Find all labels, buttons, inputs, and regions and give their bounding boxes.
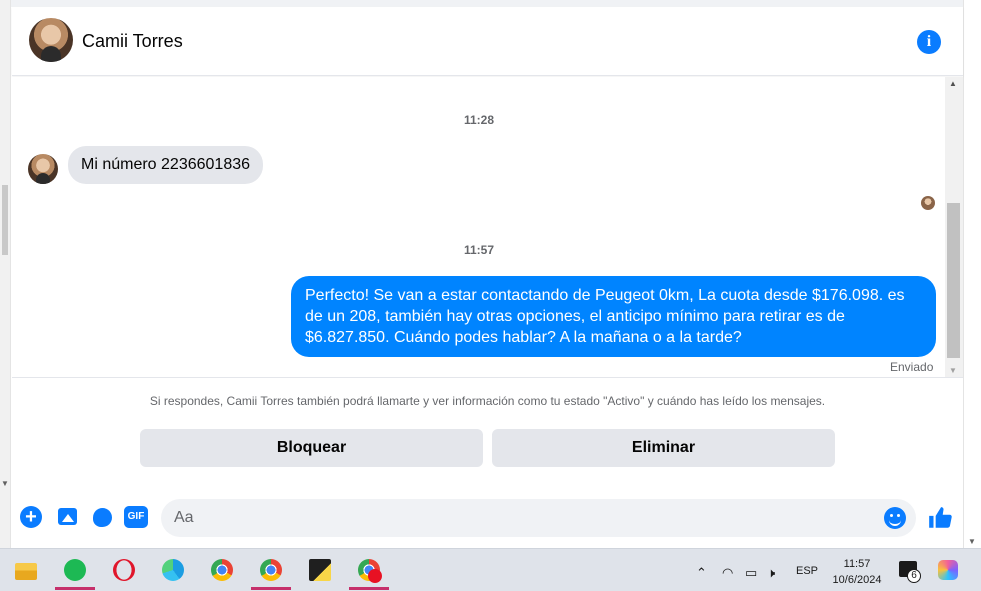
page-scrollbar-thumb[interactable] bbox=[2, 185, 8, 255]
timestamp: 11:57 bbox=[463, 243, 495, 257]
contact-avatar-small[interactable] bbox=[28, 154, 58, 184]
sticker-icon[interactable] bbox=[92, 506, 114, 528]
message-list: 11:28 Mi número 2236601836 11:57 Perfect… bbox=[12, 77, 945, 377]
sticky-notes-icon[interactable] bbox=[300, 555, 340, 589]
notification-count: 6 bbox=[907, 569, 921, 583]
chevron-up-icon[interactable]: ⌃ bbox=[696, 565, 707, 581]
contact-avatar[interactable] bbox=[29, 18, 73, 62]
privacy-notice-area: Si respondes, Camii Torres también podrá… bbox=[12, 377, 963, 482]
message-input[interactable] bbox=[161, 499, 916, 537]
gif-icon[interactable]: GIF bbox=[124, 506, 148, 528]
scroll-down-arrow-icon[interactable]: ▼ bbox=[1, 479, 9, 488]
chrome-red-icon[interactable] bbox=[349, 555, 389, 590]
scroll-down-arrow-icon[interactable]: ▼ bbox=[949, 366, 957, 375]
privacy-notice: Si respondes, Camii Torres también podrá… bbox=[149, 394, 826, 408]
outgoing-message[interactable]: Perfecto! Se van a estar contactando de … bbox=[291, 276, 936, 357]
clock-date: 10/6/2024 bbox=[832, 574, 882, 586]
sent-status: Enviado bbox=[890, 360, 934, 374]
right-edge-strip: ▼ bbox=[963, 0, 981, 548]
page-scrollbar[interactable]: ▼ bbox=[0, 0, 11, 548]
plus-icon[interactable]: + bbox=[20, 506, 42, 528]
scroll-down-arrow-icon[interactable]: ▼ bbox=[968, 537, 976, 546]
block-button[interactable]: Bloquear bbox=[140, 429, 483, 467]
file-explorer-icon[interactable] bbox=[6, 555, 46, 589]
clock-time: 11:57 bbox=[843, 558, 871, 570]
composer: + GIF bbox=[12, 482, 963, 548]
incoming-message[interactable]: Mi número 2236601836 bbox=[68, 146, 264, 184]
clock[interactable]: 11:57 10/6/2024 bbox=[822, 556, 892, 588]
edge-icon[interactable] bbox=[153, 555, 193, 589]
wifi-icon[interactable]: ◠ bbox=[722, 565, 733, 581]
volume-muted-icon[interactable]: 🕨 bbox=[767, 565, 775, 581]
notifications-icon[interactable]: 6 bbox=[899, 561, 921, 583]
scroll-up-arrow-icon[interactable]: ▲ bbox=[949, 79, 957, 88]
info-icon[interactable]: i bbox=[917, 30, 941, 54]
conversation-header: Camii Torres i bbox=[12, 7, 963, 76]
thumbs-up-icon[interactable] bbox=[927, 505, 953, 531]
message-scrollbar-thumb[interactable] bbox=[947, 203, 960, 358]
delete-button[interactable]: Eliminar bbox=[492, 429, 835, 467]
spotify-icon[interactable] bbox=[55, 555, 95, 590]
chrome-icon[interactable] bbox=[202, 555, 242, 589]
contact-name[interactable]: Camii Torres bbox=[82, 31, 183, 52]
photo-icon[interactable] bbox=[56, 506, 78, 528]
messenger-window: ▼ ▼ Camii Torres i 11:28 Mi número 22366… bbox=[0, 0, 981, 591]
seen-avatar-indicator bbox=[921, 196, 935, 210]
battery-icon[interactable]: ▭ bbox=[745, 565, 757, 581]
windows-taskbar: ⌃ ◠ ▭ 🕨 ESP 11:57 10/6/2024 6 bbox=[0, 548, 981, 591]
chrome-profile-icon[interactable] bbox=[251, 555, 291, 590]
message-scrollbar[interactable]: ▲ ▼ bbox=[945, 77, 963, 377]
language-indicator[interactable]: ESP bbox=[796, 565, 818, 577]
emoji-icon[interactable] bbox=[884, 507, 906, 529]
timestamp: 11:28 bbox=[463, 113, 495, 127]
top-gap bbox=[11, 0, 963, 7]
opera-icon[interactable] bbox=[104, 555, 144, 589]
copilot-icon[interactable] bbox=[938, 560, 958, 580]
recording-badge-icon bbox=[368, 569, 382, 583]
